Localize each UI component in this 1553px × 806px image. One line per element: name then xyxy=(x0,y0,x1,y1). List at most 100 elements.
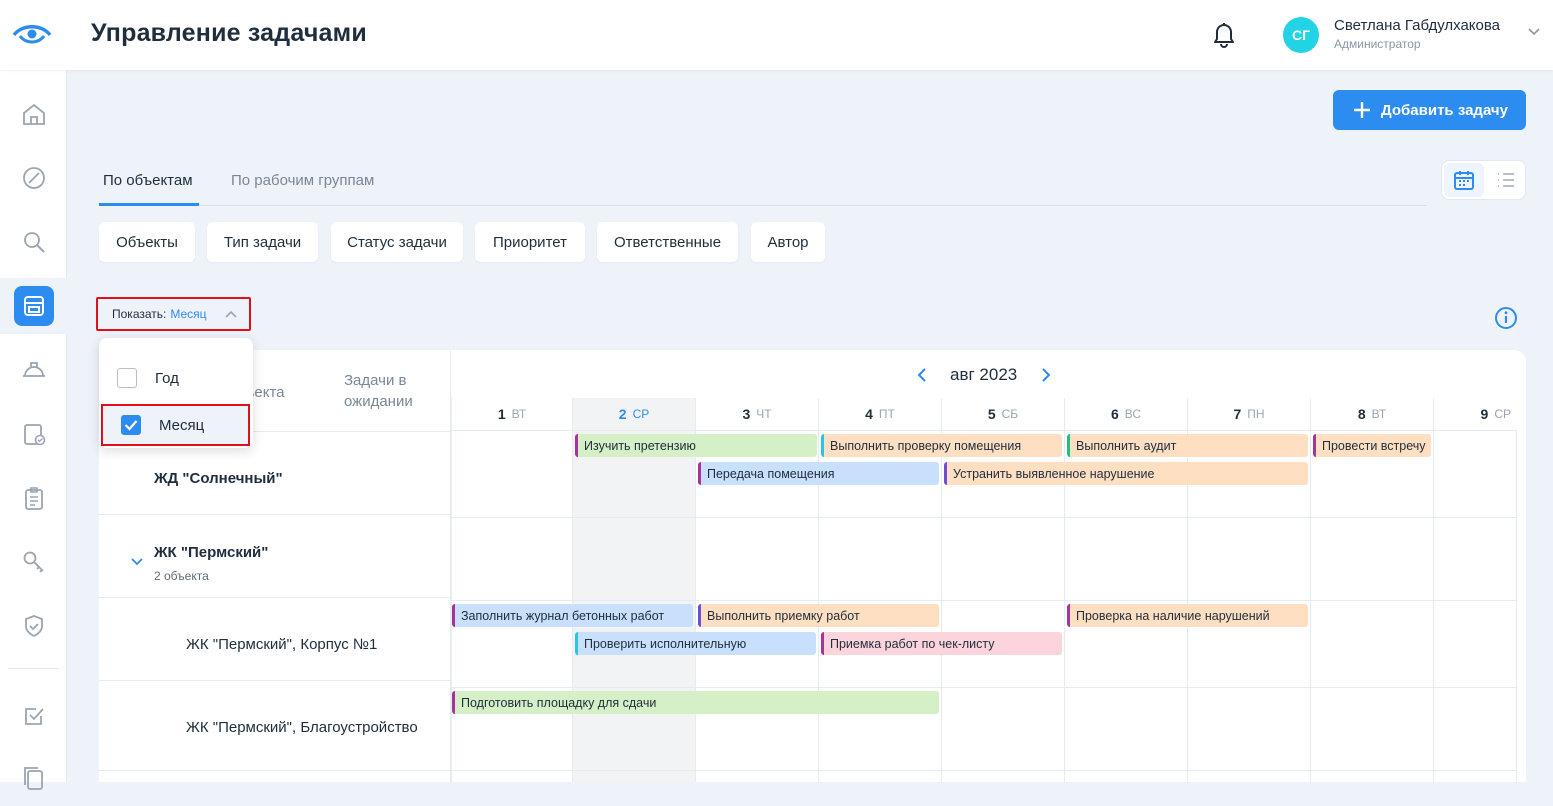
weekday: ПТ xyxy=(878,407,895,421)
list-view-button[interactable] xyxy=(1486,163,1526,197)
option-year[interactable]: Год xyxy=(99,358,253,398)
weekday: СР xyxy=(1494,407,1511,421)
weekday: СР xyxy=(632,407,650,421)
sidebar-item-checkbox[interactable] xyxy=(0,688,67,744)
list-icon xyxy=(1498,173,1514,187)
block-icon xyxy=(22,167,45,189)
sidebar-item-keys[interactable] xyxy=(0,534,67,590)
avatar[interactable]: СГ xyxy=(1283,17,1319,53)
day-header-today: 2 СР xyxy=(572,398,695,431)
chevron-right-icon[interactable] xyxy=(1041,368,1051,382)
tab-by-objects[interactable]: По объектам xyxy=(103,172,193,189)
column-header-pending: Задачи в ожидании xyxy=(344,372,413,410)
filter-responsible[interactable]: Ответственные xyxy=(597,222,738,262)
day-number: 3 xyxy=(742,406,751,422)
day-header: 4 ПТ xyxy=(818,398,941,431)
option-label: Год xyxy=(155,369,179,387)
object-name: ЖК "Пермский", Корпус №1 xyxy=(186,636,378,653)
calendar: авг 2023 1 ВТ 2 СР 3 ЧТ 4 ПТ 5 СБ 6 ВС 7 ПН 8 ВТ… xyxy=(450,350,1526,782)
chevron-left-icon[interactable] xyxy=(917,368,927,382)
sidebar-divider xyxy=(8,668,59,669)
task-bar[interactable]: Проверка на наличие нарушений xyxy=(1067,604,1308,627)
day-number: 8 xyxy=(1357,406,1366,422)
plus-icon xyxy=(1354,102,1370,118)
bell-icon[interactable] xyxy=(1211,20,1237,48)
object-row[interactable]: ЖК "Пермский", Корпус №1 xyxy=(99,597,450,680)
day-number: 6 xyxy=(1110,406,1119,422)
search-icon xyxy=(23,232,45,253)
clipboard-icon xyxy=(24,487,43,510)
sidebar-item-home[interactable] xyxy=(0,86,67,142)
checkbox-icon xyxy=(24,708,44,725)
clipboard-check-icon xyxy=(23,424,45,446)
task-bar[interactable]: Провести встречу xyxy=(1313,434,1431,457)
eye-logo-icon[interactable] xyxy=(12,22,52,48)
sidebar-item-helmet[interactable] xyxy=(0,342,67,398)
task-bar[interactable]: Изучить претензию xyxy=(575,434,817,457)
calendar-icon xyxy=(1454,171,1474,190)
info-icon[interactable] xyxy=(1494,306,1518,330)
row-divider xyxy=(451,517,1517,518)
filter-objects[interactable]: Объекты xyxy=(99,222,195,262)
period-dropdown: Год Месяц xyxy=(99,338,253,448)
month-label: авг 2023 xyxy=(950,365,1018,384)
active-tab-underline xyxy=(99,203,199,206)
task-bar[interactable]: Проверить исполнительную xyxy=(575,632,816,655)
sidebar xyxy=(0,70,67,790)
sidebar-item-search[interactable] xyxy=(0,214,67,270)
task-bar[interactable]: Выполнить аудит xyxy=(1067,434,1308,457)
filter-author[interactable]: Автор xyxy=(751,222,825,262)
day-column xyxy=(1310,431,1433,782)
day-column xyxy=(1433,431,1517,782)
task-bar[interactable]: Приемка работ по чек-листу xyxy=(821,632,1062,655)
day-number: 2 xyxy=(618,406,627,422)
filter-priority[interactable]: Приоритет xyxy=(475,222,585,262)
user-role: Администратор xyxy=(1334,37,1421,51)
tab-by-work-groups[interactable]: По рабочим группам xyxy=(231,172,374,189)
checkbox-month[interactable] xyxy=(121,415,141,435)
task-bar[interactable]: Устранить выявленное нарушение xyxy=(944,462,1308,485)
home-icon xyxy=(22,103,45,125)
sidebar-item-block[interactable] xyxy=(0,150,67,206)
task-bar[interactable]: Выполнить проверку помещения xyxy=(821,434,1062,457)
weekday: ПН xyxy=(1247,407,1265,421)
object-row xyxy=(99,770,450,782)
chevron-down-icon[interactable] xyxy=(131,558,143,566)
top-bar: Управление задачами СГ Светлана Габдулха… xyxy=(0,0,1553,70)
sidebar-item-documents[interactable] xyxy=(0,750,67,806)
helmet-icon xyxy=(22,362,45,377)
row-divider xyxy=(451,600,1517,601)
task-bar[interactable]: Передача помещения xyxy=(698,462,939,485)
calendar-view-button[interactable] xyxy=(1444,163,1484,197)
weekday: ВТ xyxy=(1371,407,1387,421)
day-number: 9 xyxy=(1480,406,1489,422)
task-bar[interactable]: Подготовить площадку для сдачи xyxy=(452,691,939,714)
object-count: 2 объекта xyxy=(154,569,209,583)
weekday: ВТ xyxy=(511,407,527,421)
add-task-label: Добавить задачу xyxy=(1381,101,1508,119)
sidebar-item-clipboard[interactable] xyxy=(0,470,67,526)
day-number: 1 xyxy=(497,406,506,422)
shield-check-icon xyxy=(24,615,43,638)
checkbox-year[interactable] xyxy=(117,368,137,388)
chevron-down-icon[interactable] xyxy=(1528,28,1540,36)
object-name: ЖК "Пермский" xyxy=(154,544,269,561)
add-task-button[interactable]: Добавить задачу xyxy=(1333,90,1526,130)
sidebar-item-checklist[interactable] xyxy=(0,406,67,462)
object-row[interactable]: ЖК "Пермский", Благоустройство xyxy=(99,680,450,770)
filter-task-status[interactable]: Статус задачи xyxy=(331,222,463,262)
filter-task-type[interactable]: Тип задачи xyxy=(207,222,318,262)
day-header: 5 СБ xyxy=(941,398,1064,431)
day-header: 1 ВТ xyxy=(451,398,572,431)
task-bar[interactable]: Заполнить журнал бетонных работ xyxy=(452,604,693,627)
sidebar-item-tasks[interactable] xyxy=(0,278,67,334)
sidebar-item-shield[interactable] xyxy=(0,598,67,654)
user-name[interactable]: Светлана Габдулхакова xyxy=(1334,17,1500,34)
show-period-select[interactable]: Показать: Месяц xyxy=(96,297,251,331)
option-month[interactable]: Месяц xyxy=(101,404,250,446)
object-name: ЖД "Солнечный" xyxy=(154,470,283,487)
weekday: ВС xyxy=(1124,407,1142,421)
weekday: ЧТ xyxy=(756,407,772,421)
task-bar[interactable]: Выполнить приемку работ xyxy=(698,604,939,627)
object-group-row[interactable]: ЖК "Пермский" 2 объекта xyxy=(99,514,450,597)
